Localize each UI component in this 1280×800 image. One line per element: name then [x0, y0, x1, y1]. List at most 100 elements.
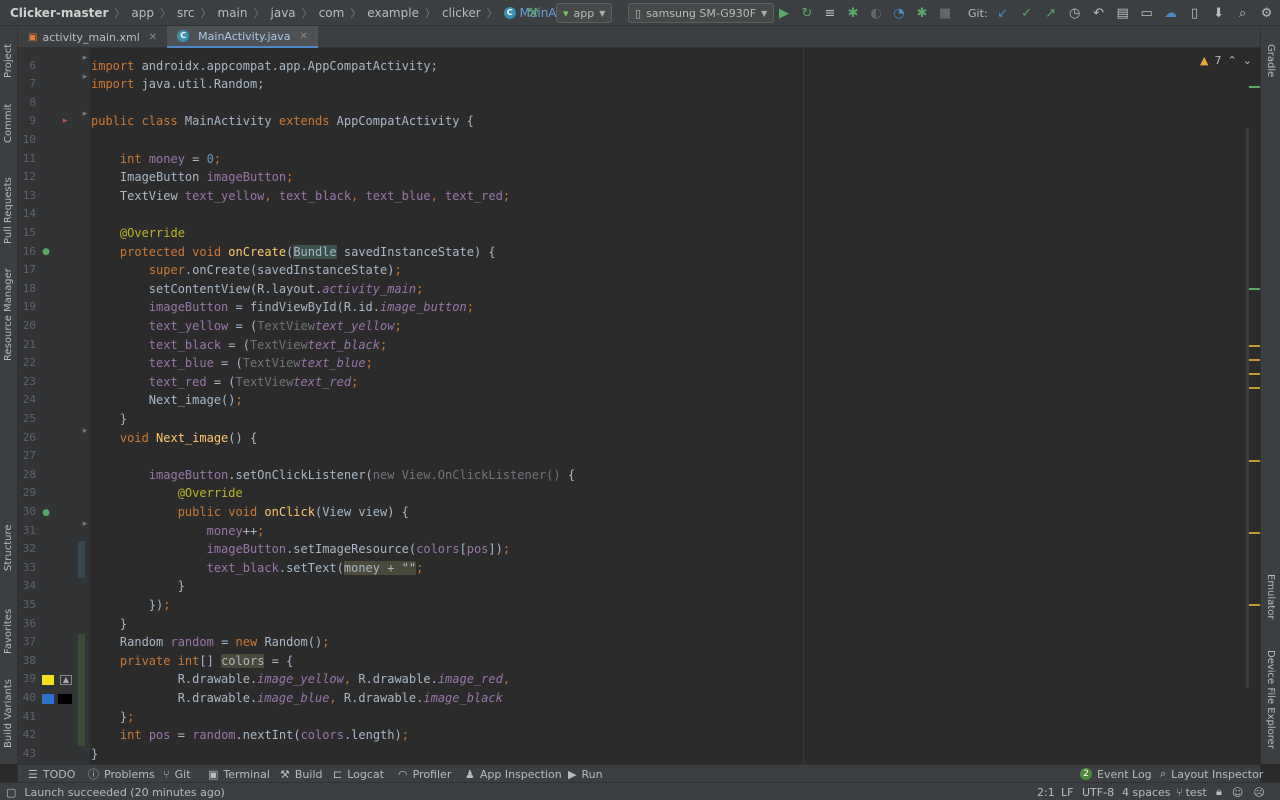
code-line[interactable]: 14 — [18, 205, 1260, 224]
error-stripe-mark[interactable] — [1249, 373, 1260, 375]
tool-profiler[interactable]: ◠ Profiler — [398, 765, 451, 783]
device-combo[interactable]: ▯ samsung SM-G930F ▼ — [628, 3, 775, 23]
code-line[interactable]: 39 R.drawable.image_yellow, R.drawable.i… — [18, 670, 1260, 689]
code-line[interactable]: 8 — [18, 94, 1260, 113]
tool-resource-manager[interactable]: Resource Manager — [3, 268, 14, 361]
git-update-icon[interactable]: ↙ — [994, 4, 1012, 22]
lock-icon[interactable]: 🔒︎ — [1216, 785, 1222, 799]
tool-todo[interactable]: ☰ TODO — [28, 765, 75, 783]
code-line[interactable]: 42 int pos = random.nextInt(colors.lengt… — [18, 726, 1260, 745]
code-line[interactable]: 29 @Override — [18, 484, 1260, 503]
tool-run[interactable]: ▶ Run — [568, 765, 603, 783]
code-line[interactable]: 9 public class MainActivity extends AppCo… — [18, 112, 1260, 131]
code-line[interactable]: 43} — [18, 745, 1260, 764]
breadcrumb-src[interactable]: src — [177, 6, 195, 20]
tool-device-file-explorer[interactable]: Device File Explorer — [1265, 650, 1276, 749]
breadcrumb-project[interactable]: Clicker-master — [10, 6, 108, 20]
run-icon[interactable]: ▶ — [775, 4, 793, 22]
project-structure-icon[interactable]: ▤ — [1114, 4, 1132, 22]
tool-commit[interactable]: Commit — [3, 104, 14, 143]
code-line[interactable]: 26 void Next_image() { — [18, 429, 1260, 448]
code-line[interactable]: 6 import androidx.appcompat.app.AppCompat… — [18, 57, 1260, 76]
tool-pull-requests[interactable]: Pull Requests — [3, 177, 14, 244]
error-stripe-mark[interactable] — [1249, 359, 1260, 361]
breadcrumb-example[interactable]: example — [367, 6, 419, 20]
breadcrumb-com[interactable]: com — [319, 6, 345, 20]
code-line[interactable]: 38 private int[] colors = { — [18, 652, 1260, 671]
code-line[interactable]: 31 money++; — [18, 522, 1260, 541]
tool-layout-inspector[interactable]: ⌕ Layout Inspector — [1160, 765, 1263, 783]
tool-problems[interactable]: ⓘ Problems — [88, 765, 155, 783]
code-line[interactable]: 11 int money = 0; — [18, 150, 1260, 169]
profiler-icon[interactable]: ◔ — [890, 4, 908, 22]
error-stripe-mark[interactable] — [1249, 86, 1260, 88]
status-message[interactable]: ▢ Launch succeeded (20 minutes ago) — [6, 783, 225, 800]
tool-event-log[interactable]: 2 Event Log — [1080, 765, 1152, 783]
code-line[interactable]: 19 imageButton = findViewById(R.id.image… — [18, 298, 1260, 317]
tool-gradle[interactable]: Gradle — [1265, 44, 1276, 77]
breadcrumb-app[interactable]: app — [131, 6, 154, 20]
git-commit-icon[interactable]: ✓ — [1018, 4, 1036, 22]
code-line[interactable]: 24 Next_image(); — [18, 391, 1260, 410]
debug-icon[interactable]: ✱ — [844, 4, 862, 22]
code-line[interactable]: 21 text_black = (TextViewtext_black; — [18, 336, 1260, 355]
tool-terminal[interactable]: ▣ Terminal — [208, 765, 270, 783]
history-icon[interactable]: ◷ — [1066, 4, 1084, 22]
chevron-up-icon[interactable]: ⌃ — [1227, 54, 1236, 67]
breadcrumb-java[interactable]: java — [271, 6, 296, 20]
indent-setting[interactable]: 4 spaces — [1122, 783, 1171, 800]
tab-main-activity-java[interactable]: C MainActivity.java ✕ — [167, 26, 318, 48]
git-branch[interactable]: ⑂ test — [1176, 783, 1207, 800]
code-line[interactable]: 23 text_red = (TextViewtext_red; — [18, 373, 1260, 392]
search-icon[interactable]: ⌕ — [1234, 4, 1252, 22]
code-line[interactable]: 16 protected void onCreate(Bundle savedI… — [18, 243, 1260, 262]
sdk-manager-icon[interactable]: ⬇ — [1210, 4, 1228, 22]
code-line[interactable]: 15 @Override — [18, 224, 1260, 243]
tool-git[interactable]: ⑂ Git — [163, 765, 191, 783]
device-selector[interactable]: ▯ samsung SM-G930F ▼ — [628, 3, 775, 23]
error-stripe-mark[interactable] — [1249, 288, 1260, 290]
error-stripe-mark[interactable] — [1249, 532, 1260, 534]
tool-emulator[interactable]: Emulator — [1265, 574, 1276, 619]
tool-build[interactable]: ⚒ Build — [280, 765, 323, 783]
tab-activity-main-xml[interactable]: ▣ activity_main.xml ✕ — [18, 26, 167, 48]
code-line[interactable]: 12 ImageButton imageButton; — [18, 168, 1260, 187]
debug-stop-icon[interactable]: ✱ — [913, 4, 931, 22]
breadcrumb-main[interactable]: main — [218, 6, 248, 20]
error-stripe-mark[interactable] — [1249, 460, 1260, 462]
file-encoding[interactable]: UTF-8 — [1082, 783, 1114, 800]
git-push-icon[interactable]: ↗ — [1042, 4, 1060, 22]
tool-favorites[interactable]: Favorites — [3, 609, 14, 654]
chevron-down-icon[interactable]: ⌄ — [1243, 54, 1252, 67]
code-line[interactable]: 30 public void onClick(View view) { — [18, 503, 1260, 522]
breadcrumb-clicker[interactable]: clicker — [442, 6, 481, 20]
close-icon[interactable]: ✕ — [149, 32, 157, 43]
code-line[interactable]: 25 } — [18, 410, 1260, 429]
settings-icon[interactable]: ⚙ — [1258, 4, 1276, 22]
code-line[interactable]: 41 }; — [18, 708, 1260, 727]
tool-logcat[interactable]: ⊏ Logcat — [333, 765, 384, 783]
code-line[interactable]: 20 text_yellow = (TextViewtext_yellow; — [18, 317, 1260, 336]
error-stripe-mark[interactable] — [1249, 387, 1260, 389]
face-icon[interactable]: ☺ — [1232, 786, 1243, 799]
code-line[interactable]: 17 super.onCreate(savedInstanceState); — [18, 261, 1260, 280]
code-line[interactable]: 7 import java.util.Random; — [18, 75, 1260, 94]
run-config-combo[interactable]: ▾ app ▼ — [556, 3, 613, 23]
error-stripe-mark[interactable] — [1249, 345, 1260, 347]
line-separator[interactable]: LF — [1061, 783, 1073, 800]
code-line[interactable]: 36 } — [18, 615, 1260, 634]
code-line[interactable]: 35 }); — [18, 596, 1260, 615]
tool-build-variants[interactable]: Build Variants — [3, 679, 14, 748]
layout-icon[interactable]: ▭ — [1138, 4, 1156, 22]
stop-icon[interactable]: ■ — [936, 4, 954, 22]
code-line[interactable]: 34 } — [18, 577, 1260, 596]
tool-app-inspection[interactable]: ♟ App Inspection — [465, 765, 562, 783]
sync-gradle-icon[interactable]: ☁ — [1162, 4, 1180, 22]
code-line[interactable]: 18 setContentView(R.layout.activity_main… — [18, 280, 1260, 299]
device-manager-icon[interactable]: ▯ — [1186, 4, 1204, 22]
code-line[interactable]: 13 TextView text_yellow, text_black, tex… — [18, 187, 1260, 206]
code-line[interactable]: 27 — [18, 447, 1260, 466]
code-editor[interactable]: ▸ ● ● ▸ ▸ ▸ ▸ ▸ ▲ 6 import androidx.appco… — [18, 48, 1260, 764]
attach-debugger-icon[interactable]: ◐ — [867, 4, 885, 22]
rollback-icon[interactable]: ↶ — [1090, 4, 1108, 22]
